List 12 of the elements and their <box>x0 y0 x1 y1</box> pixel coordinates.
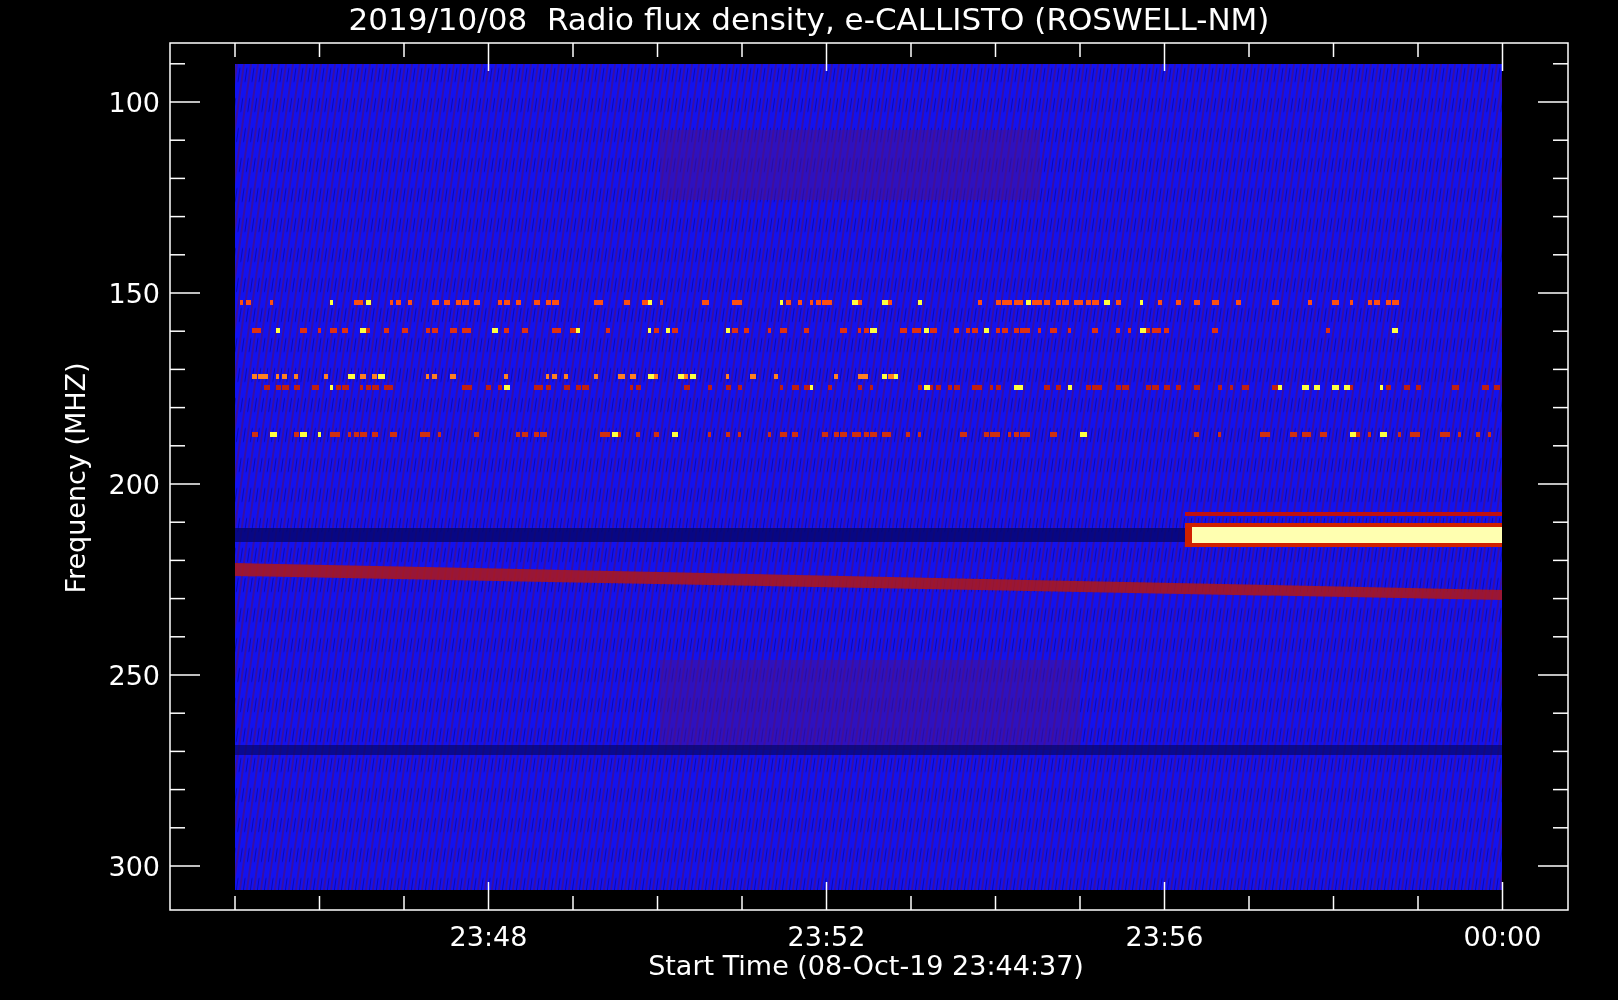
x-tick-label: 23:52 <box>787 921 866 952</box>
y-tick-label: 200 <box>108 469 160 500</box>
x-tick-label: 23:48 <box>449 921 528 952</box>
y-tick-label: 150 <box>108 278 160 309</box>
y-tick-label: 100 <box>108 87 160 118</box>
chart-title: 2019/10/08 Radio flux density, e-CALLISTO (ROSWELL-NM) <box>348 1 1270 37</box>
y-tick-label: 300 <box>108 851 160 882</box>
x-axis-label: Start Time (08-Oct-19 23:44:37) <box>648 950 1084 981</box>
x-tick-label: 00:00 <box>1463 921 1542 952</box>
y-tick-label: 250 <box>108 660 160 691</box>
y-axis-label: Frequency (MHZ) <box>60 362 91 594</box>
x-tick-label: 23:56 <box>1125 921 1204 952</box>
